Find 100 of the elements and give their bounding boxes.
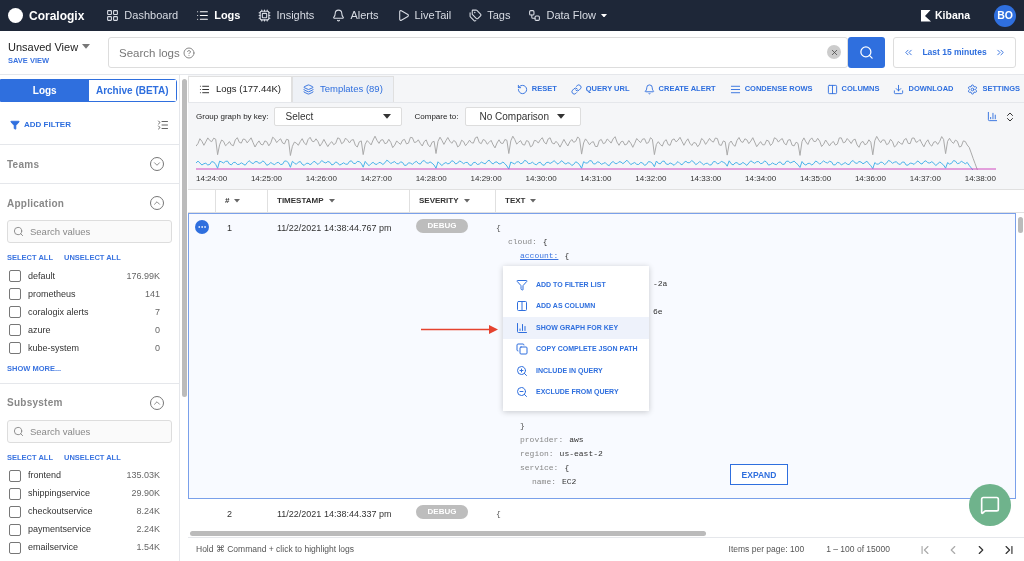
bar-chart-icon[interactable] bbox=[987, 111, 998, 122]
more-icon[interactable] bbox=[195, 220, 209, 234]
nav-item[interactable]: Tags bbox=[469, 7, 511, 24]
checkbox[interactable] bbox=[9, 541, 21, 554]
nav-item[interactable]: Insights bbox=[258, 7, 315, 24]
section-title: Teams bbox=[7, 157, 40, 172]
checkbox[interactable] bbox=[9, 487, 21, 500]
json-key: cloud: bbox=[508, 235, 537, 249]
column-header[interactable]: TEXT bbox=[495, 190, 1024, 212]
sidebar-tab[interactable]: Logs bbox=[1, 80, 89, 101]
nav-item[interactable]: Alerts bbox=[332, 7, 379, 24]
expand-button[interactable]: EXPAND bbox=[730, 464, 788, 485]
checkbox[interactable] bbox=[9, 505, 21, 518]
code-line: 6e bbox=[653, 306, 663, 318]
nav-item[interactable]: Logs bbox=[196, 7, 241, 24]
resize-icon[interactable] bbox=[1004, 110, 1016, 123]
brand-name: Coralogix bbox=[29, 7, 85, 25]
chip-icon bbox=[258, 9, 272, 22]
view-tab[interactable]: Templates (89) bbox=[291, 76, 394, 102]
value-count: 135.03K bbox=[126, 469, 160, 482]
flow-icon bbox=[528, 9, 542, 22]
list-icon bbox=[196, 9, 210, 22]
logo-icon bbox=[8, 8, 23, 23]
checkbox[interactable] bbox=[9, 270, 21, 283]
chat-icon bbox=[980, 495, 1000, 515]
value-count: 2.24K bbox=[136, 523, 160, 536]
zoom-out-icon bbox=[516, 386, 528, 399]
code-line: -2a bbox=[653, 278, 668, 290]
search-values-field[interactable]: Search values bbox=[7, 220, 172, 243]
group-label: Group graph by key: bbox=[196, 110, 269, 123]
column-header[interactable]: TIMESTAMP bbox=[267, 190, 409, 212]
bar-chart-icon bbox=[516, 321, 528, 334]
kibana-link[interactable]: Kibana bbox=[921, 7, 970, 24]
caret-icon bbox=[82, 44, 91, 50]
column-header[interactable]: # bbox=[215, 190, 267, 212]
checkbox[interactable] bbox=[9, 324, 21, 337]
search-field[interactable]: Search logs bbox=[108, 37, 848, 68]
search-button[interactable] bbox=[848, 37, 885, 68]
time-label: 14:38:00 bbox=[964, 173, 996, 185]
rewind-icon bbox=[903, 47, 915, 58]
compare-label: Compare to: bbox=[414, 110, 459, 123]
settings-icon bbox=[967, 83, 979, 95]
add-filter-button[interactable]: ADD FILTER bbox=[10, 119, 71, 131]
time-label: 14:26:00 bbox=[305, 173, 337, 185]
json-key: service: bbox=[520, 461, 559, 475]
nav-item[interactable]: LiveTail bbox=[396, 7, 452, 24]
value-label: checkoutservice bbox=[28, 505, 94, 518]
json-key-link[interactable]: account: bbox=[520, 249, 559, 263]
compare-dropdown[interactable]: No Comparison bbox=[464, 107, 581, 126]
nav-item[interactable]: Data Flow bbox=[528, 7, 607, 24]
nav-item[interactable]: Dashboard bbox=[106, 7, 179, 24]
column-header[interactable]: SEVERITY bbox=[409, 190, 495, 212]
search-icon bbox=[13, 425, 24, 437]
time-label: 14:32:00 bbox=[635, 173, 667, 185]
clear-button[interactable] bbox=[827, 45, 841, 59]
time-label: 14:31:00 bbox=[580, 173, 612, 185]
collapse-panel-icon[interactable] bbox=[157, 119, 169, 131]
checkbox[interactable] bbox=[9, 342, 21, 355]
value-label: kube-system bbox=[28, 341, 81, 355]
search-values-field[interactable]: Search values bbox=[7, 419, 172, 443]
severity-badge: DEBUG bbox=[416, 505, 468, 519]
value-label: coralogix alerts bbox=[28, 305, 90, 319]
value-label: azure bbox=[28, 323, 52, 337]
layers-icon bbox=[302, 84, 314, 95]
caret-icon bbox=[234, 199, 241, 203]
value-label: paymentservice bbox=[28, 523, 93, 536]
checkbox[interactable] bbox=[9, 306, 21, 319]
checkbox[interactable] bbox=[9, 469, 21, 482]
time-range-button[interactable]: Last 15 minutes bbox=[893, 37, 1016, 68]
view-tab[interactable]: Logs (177.44K) bbox=[188, 76, 292, 102]
value-count: 0 bbox=[155, 323, 160, 337]
user-avatar[interactable]: BO bbox=[994, 4, 1016, 27]
value-label: shippingservice bbox=[28, 487, 92, 500]
time-label: 14:30:00 bbox=[525, 173, 557, 185]
download-icon bbox=[893, 83, 905, 95]
value-count: 7 bbox=[155, 305, 160, 319]
json-key: region: bbox=[520, 447, 554, 461]
columns-icon bbox=[516, 300, 528, 313]
timestamp: 11/22/2021 14:38:44.767 pm bbox=[277, 223, 392, 233]
time-label: 14:29:00 bbox=[470, 173, 502, 185]
items-per-page[interactable]: Items per page: 100 bbox=[728, 543, 805, 556]
help-icon bbox=[183, 47, 195, 59]
time-label: 14:27:00 bbox=[360, 173, 392, 185]
view-dropdown[interactable]: Unsaved View bbox=[8, 38, 100, 56]
code-line: { bbox=[496, 223, 501, 232]
copy-icon bbox=[516, 343, 528, 356]
page-range: 1 – 100 of 15000 bbox=[826, 543, 890, 556]
checkbox[interactable] bbox=[9, 523, 21, 536]
value-count: 29.90K bbox=[131, 487, 160, 500]
time-label: 14:28:00 bbox=[415, 173, 447, 185]
zoom-in-icon bbox=[516, 364, 528, 377]
value-label: default bbox=[28, 269, 57, 283]
value-label: emailservice bbox=[28, 541, 79, 554]
value-count: 141 bbox=[144, 287, 160, 301]
group-dropdown[interactable]: Select bbox=[274, 107, 403, 126]
checkbox[interactable] bbox=[9, 288, 21, 301]
filter-icon bbox=[516, 278, 528, 291]
json-value: { bbox=[564, 462, 570, 474]
json-key: provider: bbox=[520, 433, 564, 447]
time-label: 14:33:00 bbox=[690, 173, 722, 185]
